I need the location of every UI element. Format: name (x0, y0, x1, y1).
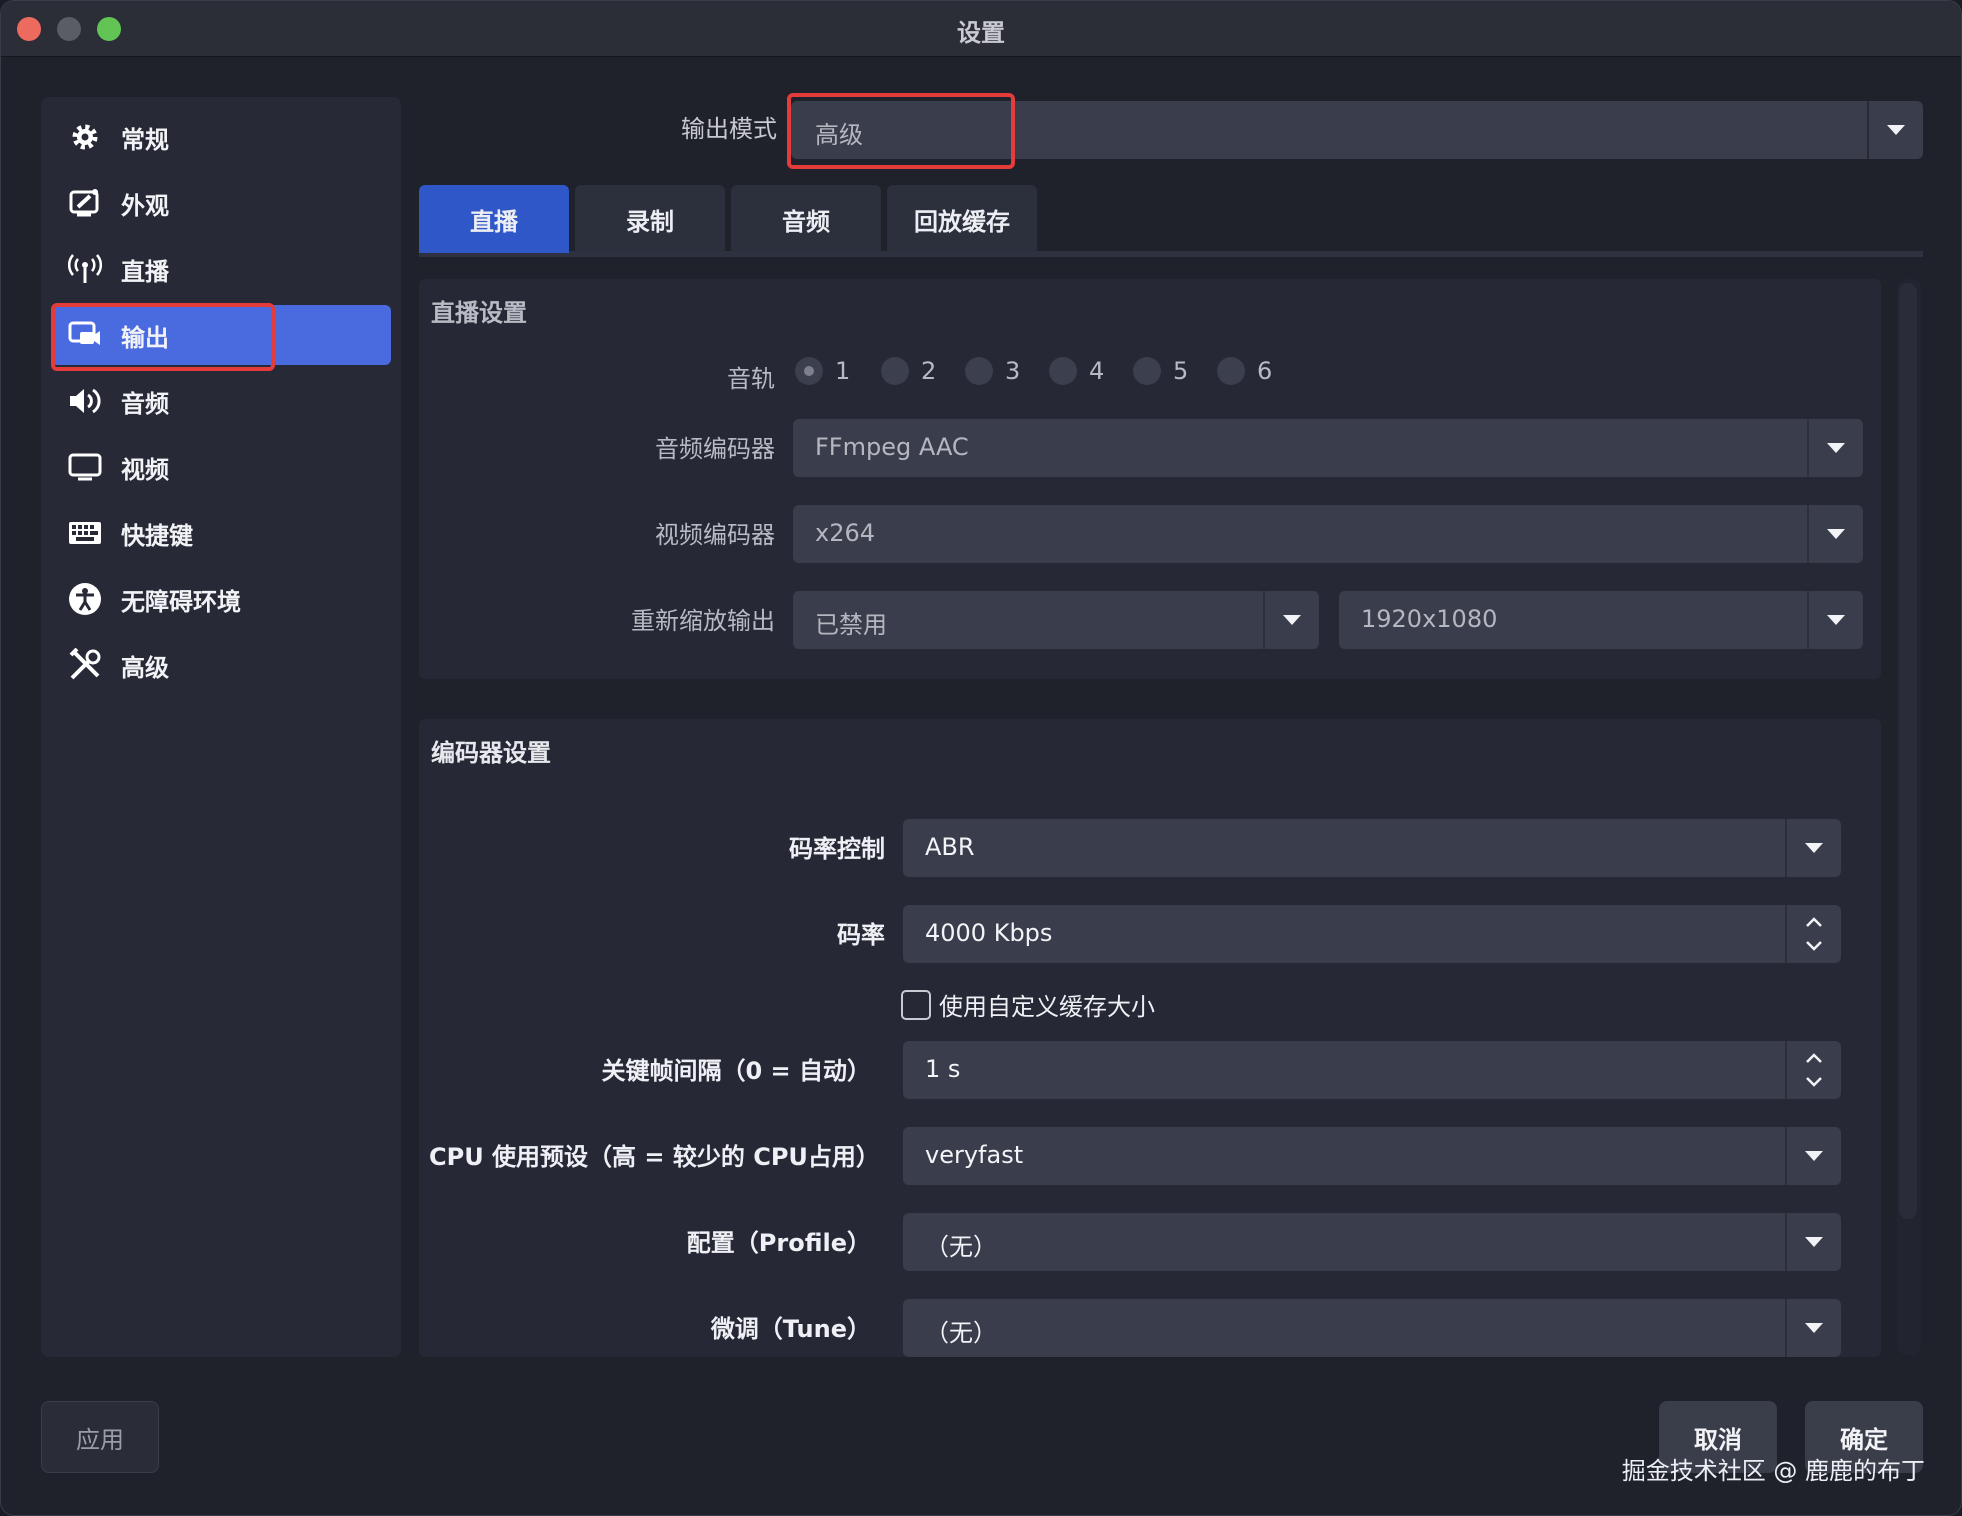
audio-track-radio-2[interactable]: 2 (881, 357, 936, 385)
audio-encoder-value: FFmpeg AAC (815, 433, 969, 461)
cpu-preset-select[interactable]: veryfast (903, 1127, 1841, 1185)
audio-track-radio-5[interactable]: 5 (1133, 357, 1188, 385)
tab-recording[interactable]: 录制 (575, 185, 725, 253)
tab-audio[interactable]: 音频 (731, 185, 881, 253)
sidebar-item-label: 无障碍环境 (121, 587, 241, 616)
tune-value: （无） (925, 1319, 997, 1347)
watermark-text: 掘金技术社区 @ 鹿鹿的布丁 (1621, 1457, 1925, 1485)
sidebar-item-label: 高级 (121, 653, 169, 682)
sidebar-item-label: 外观 (121, 191, 169, 220)
chevron-down-icon[interactable] (1263, 591, 1319, 649)
title-bar: 设置 (1, 1, 1961, 57)
settings-sidebar: 常规 外观 直播 输出 音频 视频 快捷键 无障碍环境 高级 (41, 97, 401, 1357)
profile-label: 配置（Profile） (686, 1229, 871, 1257)
tab-replay-buffer[interactable]: 回放缓存 (887, 185, 1037, 253)
sidebar-item-appearance[interactable]: 外观 (51, 173, 391, 233)
keyframe-interval-spinbox[interactable]: 1 s (903, 1041, 1841, 1099)
chevron-down-icon[interactable] (1807, 505, 1863, 563)
settings-window: 设置 常规 外观 直播 输出 音频 视频 快捷键 无障碍环境 高级 输出模式 高… (0, 0, 1962, 1516)
keyboard-icon (67, 515, 103, 551)
sidebar-item-label: 视频 (121, 455, 169, 484)
video-encoder-select[interactable]: x264 (793, 505, 1863, 563)
rescale-output-select[interactable]: 已禁用 (793, 591, 1319, 649)
stepper-icon[interactable] (1785, 905, 1841, 963)
keyframe-interval-value: 1 s (925, 1055, 961, 1083)
rescale-resolution-value: 1920x1080 (1361, 605, 1498, 633)
sidebar-item-audio[interactable]: 音频 (51, 371, 391, 431)
group-title: 直播设置 (431, 299, 527, 327)
audio-track-label: 音轨 (727, 365, 775, 393)
custom-buffer-checkbox[interactable]: 使用自定义缓存大小 (901, 987, 1155, 1022)
rescale-resolution-select[interactable]: 1920x1080 (1339, 591, 1863, 649)
sidebar-item-advanced[interactable]: 高级 (51, 635, 391, 695)
stream-settings-group: 直播设置 音轨 1 2 3 4 5 6 音频编码器 FFmpeg AAC 视频编… (419, 279, 1881, 679)
speaker-icon (67, 383, 103, 419)
highlight-box (51, 303, 275, 371)
stepper-icon[interactable] (1785, 1041, 1841, 1099)
chevron-down-icon[interactable] (1785, 1213, 1841, 1271)
cpu-preset-label: CPU 使用预设（高 = 较少的 CPU占用） (429, 1143, 880, 1171)
tune-label: 微调（Tune） (710, 1315, 871, 1343)
sidebar-item-video[interactable]: 视频 (51, 437, 391, 497)
window-title: 设置 (957, 19, 1005, 47)
accessibility-icon (67, 581, 103, 617)
keyframe-interval-label: 关键帧间隔（0 = 自动） (601, 1057, 871, 1085)
video-encoder-label: 视频编码器 (655, 521, 775, 549)
tune-select[interactable]: （无） (903, 1299, 1841, 1357)
tools-icon (67, 647, 103, 683)
profile-select[interactable]: （无） (903, 1213, 1841, 1271)
chevron-down-icon[interactable] (1785, 1127, 1841, 1185)
chevron-down-icon[interactable] (1867, 101, 1923, 159)
sidebar-item-general[interactable]: 常规 (51, 107, 391, 167)
sidebar-item-accessibility[interactable]: 无障碍环境 (51, 569, 391, 629)
custom-buffer-label: 使用自定义缓存大小 (939, 993, 1155, 1021)
chevron-down-icon[interactable] (1807, 419, 1863, 477)
monitor-icon (67, 449, 103, 485)
audio-track-radio-4[interactable]: 4 (1049, 357, 1104, 385)
group-title: 编码器设置 (431, 739, 551, 767)
gear-icon (67, 119, 103, 155)
audio-track-radio-3[interactable]: 3 (965, 357, 1020, 385)
chevron-down-icon[interactable] (1785, 1299, 1841, 1357)
sidebar-item-label: 快捷键 (121, 521, 193, 550)
video-encoder-value: x264 (815, 519, 876, 547)
cpu-preset-value: veryfast (925, 1141, 1024, 1169)
sidebar-item-hotkeys[interactable]: 快捷键 (51, 503, 391, 563)
checkbox-box[interactable] (901, 989, 931, 1020)
rescale-output-label: 重新缩放输出 (631, 607, 775, 635)
chevron-down-icon[interactable] (1807, 591, 1863, 649)
profile-value: （无） (925, 1233, 997, 1261)
audio-track-radio-6[interactable]: 6 (1217, 357, 1272, 385)
bitrate-label: 码率 (837, 921, 885, 949)
audio-encoder-label: 音频编码器 (655, 435, 775, 463)
chevron-down-icon[interactable] (1785, 819, 1841, 877)
audio-track-radio-1[interactable]: 1 (795, 357, 850, 385)
encoder-settings-group: 编码器设置 码率控制 ABR 码率 4000 Kbps 使用自定义缓存大小 关键… (419, 719, 1881, 1357)
scrollbar-thumb[interactable] (1899, 283, 1917, 1219)
antenna-icon (67, 251, 103, 287)
bitrate-spinbox[interactable]: 4000 Kbps (903, 905, 1841, 963)
rate-control-label: 码率控制 (789, 835, 885, 863)
appearance-icon (67, 185, 103, 221)
sidebar-item-label: 直播 (121, 257, 169, 286)
bitrate-value: 4000 Kbps (925, 919, 1053, 947)
apply-button[interactable]: 应用 (41, 1401, 159, 1473)
rescale-output-value: 已禁用 (815, 611, 887, 639)
sidebar-item-label: 音频 (121, 389, 169, 418)
highlight-box (787, 93, 1015, 169)
audio-encoder-select[interactable]: FFmpeg AAC (793, 419, 1863, 477)
sidebar-item-stream[interactable]: 直播 (51, 239, 391, 299)
output-mode-label: 输出模式 (681, 115, 777, 143)
tab-stream[interactable]: 直播 (419, 185, 569, 253)
rate-control-value: ABR (925, 833, 975, 861)
rate-control-select[interactable]: ABR (903, 819, 1841, 877)
sidebar-item-label: 常规 (121, 125, 169, 154)
